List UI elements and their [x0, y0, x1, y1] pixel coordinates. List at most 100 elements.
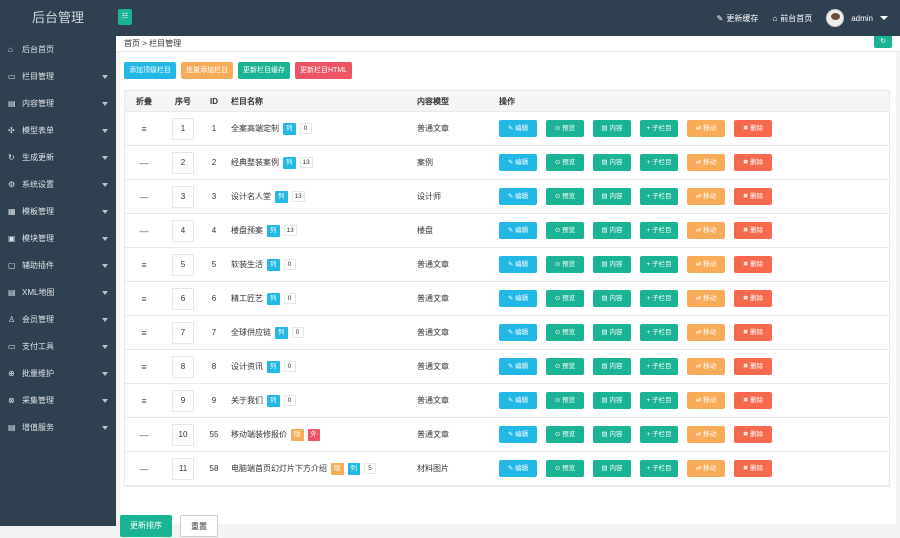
- content-button[interactable]: ▤ 内容: [593, 188, 631, 205]
- category-name[interactable]: 设计资讯: [231, 361, 263, 372]
- sort-input[interactable]: 11: [172, 457, 194, 480]
- fold-icon[interactable]: ≡: [141, 328, 146, 338]
- category-name[interactable]: 全球供应链: [231, 327, 271, 338]
- sidebar-item[interactable]: ▤ 内容管理: [0, 90, 116, 117]
- edit-button[interactable]: ✎ 编辑: [499, 460, 537, 477]
- move-button[interactable]: ⇄ 移动: [687, 154, 725, 171]
- fold-icon[interactable]: ≡: [141, 362, 146, 372]
- update-category-html-button[interactable]: 更新栏目HTML: [295, 62, 353, 79]
- edit-button[interactable]: ✎ 编辑: [499, 120, 537, 137]
- preview-button[interactable]: ⊙ 预览: [546, 222, 584, 239]
- edit-button[interactable]: ✎ 编辑: [499, 290, 537, 307]
- category-name[interactable]: 楼盘预案: [231, 225, 263, 236]
- category-name[interactable]: 经典整装案例: [231, 157, 279, 168]
- preview-button[interactable]: ⊙ 预览: [546, 120, 584, 137]
- delete-button[interactable]: ✖ 删除: [734, 460, 772, 477]
- subcategory-button[interactable]: + 子栏目: [640, 426, 678, 443]
- delete-button[interactable]: ✖ 删除: [734, 120, 772, 137]
- sidebar-item[interactable]: ⊗ 采集管理: [0, 387, 116, 414]
- subcategory-button[interactable]: + 子栏目: [640, 188, 678, 205]
- sort-input[interactable]: 6: [172, 287, 194, 310]
- category-name[interactable]: 软装生活: [231, 259, 263, 270]
- content-button[interactable]: ▤ 内容: [593, 460, 631, 477]
- sort-input[interactable]: 2: [172, 151, 194, 174]
- sidebar-item[interactable]: ▤ 增值服务: [0, 414, 116, 441]
- sort-input[interactable]: 7: [172, 321, 194, 344]
- move-button[interactable]: ⇄ 移动: [687, 256, 725, 273]
- content-button[interactable]: ▤ 内容: [593, 392, 631, 409]
- edit-button[interactable]: ✎ 编辑: [499, 188, 537, 205]
- sidebar-item[interactable]: ✣ 模型表单: [0, 117, 116, 144]
- content-button[interactable]: ▤ 内容: [593, 290, 631, 307]
- delete-button[interactable]: ✖ 删除: [734, 324, 772, 341]
- menu-toggle-icon[interactable]: ☷: [118, 9, 132, 25]
- move-button[interactable]: ⇄ 移动: [687, 426, 725, 443]
- preview-button[interactable]: ⊙ 预览: [546, 358, 584, 375]
- move-button[interactable]: ⇄ 移动: [687, 324, 725, 341]
- content-button[interactable]: ▤ 内容: [593, 222, 631, 239]
- subcategory-button[interactable]: + 子栏目: [640, 154, 678, 171]
- update-cache-link[interactable]: ✎ 更新缓存: [717, 13, 759, 24]
- sort-input[interactable]: 10: [172, 423, 194, 446]
- sort-input[interactable]: 4: [172, 219, 194, 242]
- category-name[interactable]: 设计名人堂: [231, 191, 271, 202]
- sidebar-item[interactable]: ↻ 生成更新: [0, 144, 116, 171]
- move-button[interactable]: ⇄ 移动: [687, 188, 725, 205]
- content-button[interactable]: ▤ 内容: [593, 426, 631, 443]
- sort-input[interactable]: 5: [172, 253, 194, 276]
- category-name[interactable]: 精工匠艺: [231, 293, 263, 304]
- edit-button[interactable]: ✎ 编辑: [499, 358, 537, 375]
- sidebar-item[interactable]: ▣ 模块管理: [0, 225, 116, 252]
- subcategory-button[interactable]: + 子栏目: [640, 290, 678, 307]
- preview-button[interactable]: ⊙ 预览: [546, 324, 584, 341]
- delete-button[interactable]: ✖ 删除: [734, 222, 772, 239]
- subcategory-button[interactable]: + 子栏目: [640, 358, 678, 375]
- content-button[interactable]: ▤ 内容: [593, 154, 631, 171]
- front-home-link[interactable]: ⌂ 前台首页: [772, 13, 812, 24]
- move-button[interactable]: ⇄ 移动: [687, 290, 725, 307]
- fold-icon[interactable]: —: [140, 226, 149, 236]
- sidebar-item[interactable]: ▦ 模板管理: [0, 198, 116, 225]
- preview-button[interactable]: ⊙ 预览: [546, 392, 584, 409]
- category-name[interactable]: 全案高端定制: [231, 123, 279, 134]
- sidebar-item[interactable]: ▤ XML地图: [0, 279, 116, 306]
- edit-button[interactable]: ✎ 编辑: [499, 392, 537, 409]
- content-button[interactable]: ▤ 内容: [593, 120, 631, 137]
- move-button[interactable]: ⇄ 移动: [687, 460, 725, 477]
- preview-button[interactable]: ⊙ 预览: [546, 154, 584, 171]
- delete-button[interactable]: ✖ 删除: [734, 290, 772, 307]
- sidebar-item[interactable]: ▢ 辅助插件: [0, 252, 116, 279]
- subcategory-button[interactable]: + 子栏目: [640, 392, 678, 409]
- subcategory-button[interactable]: + 子栏目: [640, 222, 678, 239]
- refresh-icon[interactable]: ↻: [874, 36, 892, 48]
- edit-button[interactable]: ✎ 编辑: [499, 324, 537, 341]
- delete-button[interactable]: ✖ 删除: [734, 358, 772, 375]
- subcategory-button[interactable]: + 子栏目: [640, 460, 678, 477]
- subcategory-button[interactable]: + 子栏目: [640, 120, 678, 137]
- sidebar-item[interactable]: ⌂ 后台首页: [0, 36, 116, 63]
- content-button[interactable]: ▤ 内容: [593, 256, 631, 273]
- update-category-cache-button[interactable]: 更新栏目缓存: [238, 62, 290, 79]
- sort-input[interactable]: 1: [172, 117, 194, 140]
- sidebar-item[interactable]: ▭ 支付工具: [0, 333, 116, 360]
- preview-button[interactable]: ⊙ 预览: [546, 290, 584, 307]
- delete-button[interactable]: ✖ 删除: [734, 426, 772, 443]
- edit-button[interactable]: ✎ 编辑: [499, 222, 537, 239]
- subcategory-button[interactable]: + 子栏目: [640, 256, 678, 273]
- sort-input[interactable]: 9: [172, 389, 194, 412]
- fold-icon[interactable]: ≡: [141, 124, 146, 134]
- sort-input[interactable]: 8: [172, 355, 194, 378]
- move-button[interactable]: ⇄ 移动: [687, 120, 725, 137]
- preview-button[interactable]: ⊙ 预览: [546, 460, 584, 477]
- delete-button[interactable]: ✖ 删除: [734, 392, 772, 409]
- fold-icon[interactable]: —: [140, 464, 149, 474]
- delete-button[interactable]: ✖ 删除: [734, 256, 772, 273]
- sort-input[interactable]: 3: [172, 185, 194, 208]
- fold-icon[interactable]: —: [140, 158, 149, 168]
- edit-button[interactable]: ✎ 编辑: [499, 426, 537, 443]
- fold-icon[interactable]: —: [140, 430, 149, 440]
- content-button[interactable]: ▤ 内容: [593, 324, 631, 341]
- content-button[interactable]: ▤ 内容: [593, 358, 631, 375]
- subcategory-button[interactable]: + 子栏目: [640, 324, 678, 341]
- fold-icon[interactable]: ≡: [141, 396, 146, 406]
